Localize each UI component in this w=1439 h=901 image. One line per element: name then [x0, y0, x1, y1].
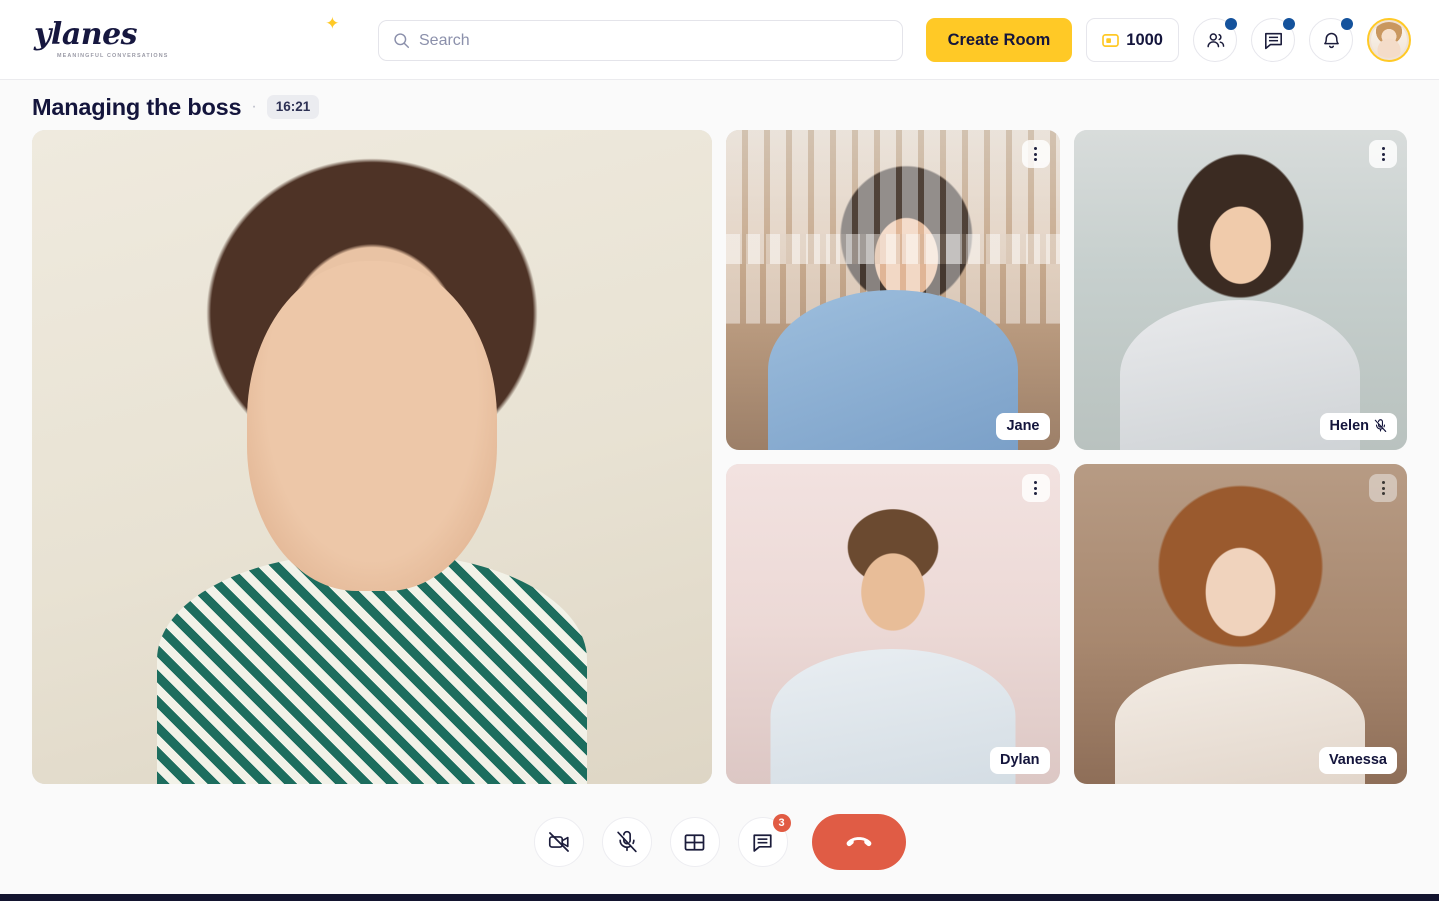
messages-button[interactable] — [1251, 18, 1295, 62]
video-grid: Jane Helen Dylan Vanessa — [0, 122, 1439, 784]
logo-wordmark-text: ylanes — [34, 17, 138, 52]
participant-column: Jane Helen Dylan Vanessa — [726, 130, 1407, 784]
coins-value: 1000 — [1126, 30, 1163, 49]
camera-toggle-button[interactable] — [533, 817, 584, 867]
kebab-menu-icon[interactable] — [1021, 140, 1050, 168]
create-room-button[interactable]: Create Room — [925, 18, 1073, 62]
participant-row-bottom: Dylan Vanessa — [726, 464, 1407, 784]
logo[interactable]: ylanes ✦ MEANINGFUL CONVERSATIONS — [30, 16, 339, 60]
mic-off-icon — [1374, 419, 1387, 433]
jane-video-feed — [726, 130, 1060, 450]
bird-dot-icon: ✦ — [325, 14, 339, 34]
contacts-badge — [1225, 18, 1237, 30]
logo-tagline: MEANINGFUL CONVERSATIONS — [57, 53, 169, 59]
participant-name: Helen — [1329, 418, 1370, 434]
name-tag-jane: Jane — [996, 413, 1050, 440]
avatar-image — [1371, 22, 1407, 58]
chat-icon — [753, 833, 772, 852]
participant-row-top: Jane Helen — [726, 130, 1407, 450]
video-tile-helen[interactable]: Helen — [1073, 130, 1407, 450]
mic-toggle-button[interactable] — [601, 817, 652, 867]
kebab-menu-icon[interactable] — [1021, 474, 1050, 502]
app-header: ylanes ✦ MEANINGFUL CONVERSATIONS Create… — [0, 0, 1439, 80]
hangup-icon — [846, 837, 871, 847]
participant-name: Jane — [1006, 418, 1040, 434]
kebab-menu-icon[interactable] — [1369, 474, 1397, 502]
bottom-strip — [0, 894, 1439, 901]
coins-balance[interactable]: 1000 — [1086, 18, 1179, 62]
messages-icon — [1264, 32, 1282, 49]
messages-badge — [1283, 18, 1295, 30]
notifications-icon — [1323, 32, 1339, 48]
dylan-video-feed — [726, 464, 1060, 784]
video-tile-speaker[interactable] — [32, 130, 712, 784]
video-tile-jane[interactable]: Jane — [726, 130, 1060, 450]
search-bar[interactable] — [378, 20, 903, 61]
helen-video-feed — [1073, 130, 1407, 450]
search-icon — [394, 33, 410, 49]
notifications-button[interactable] — [1309, 18, 1353, 62]
participant-name: Vanessa — [1328, 752, 1387, 768]
call-controls: 3 — [0, 784, 1439, 900]
speaker-video-feed — [32, 130, 712, 784]
room-timer: 16:21 — [266, 95, 320, 119]
chat-unread-badge: 3 — [772, 814, 791, 832]
search-input[interactable] — [419, 31, 888, 50]
header-actions: Create Room 1000 — [925, 0, 1411, 80]
notifications-badge — [1341, 18, 1353, 30]
name-tag-helen: Helen — [1319, 413, 1397, 440]
grid-layout-icon — [684, 833, 705, 851]
logo-wordmark: ylanes ✦ — [30, 16, 339, 52]
vanessa-video-feed — [1073, 464, 1407, 784]
chat-toggle-button[interactable]: 3 — [737, 814, 791, 867]
video-tile-dylan[interactable]: Dylan — [726, 464, 1060, 784]
end-call-button[interactable] — [811, 814, 906, 870]
contacts-button[interactable] — [1193, 18, 1237, 62]
layout-toggle-button[interactable] — [669, 817, 720, 867]
participant-name: Dylan — [1000, 752, 1040, 768]
title-separator: · — [251, 98, 257, 115]
video-tile-vanessa[interactable]: Vanessa — [1073, 464, 1407, 784]
contacts-icon — [1206, 32, 1224, 47]
kebab-menu-icon[interactable] — [1369, 140, 1397, 168]
room-title: Managing the boss — [32, 93, 242, 120]
name-tag-vanessa: Vanessa — [1318, 747, 1397, 774]
camera-off-icon — [548, 832, 569, 852]
mic-off-icon — [616, 830, 637, 853]
room-header: Managing the boss · 16:21 — [0, 80, 1439, 122]
wallet-icon — [1102, 33, 1120, 47]
name-tag-dylan: Dylan — [990, 747, 1050, 774]
user-avatar[interactable] — [1367, 18, 1411, 62]
